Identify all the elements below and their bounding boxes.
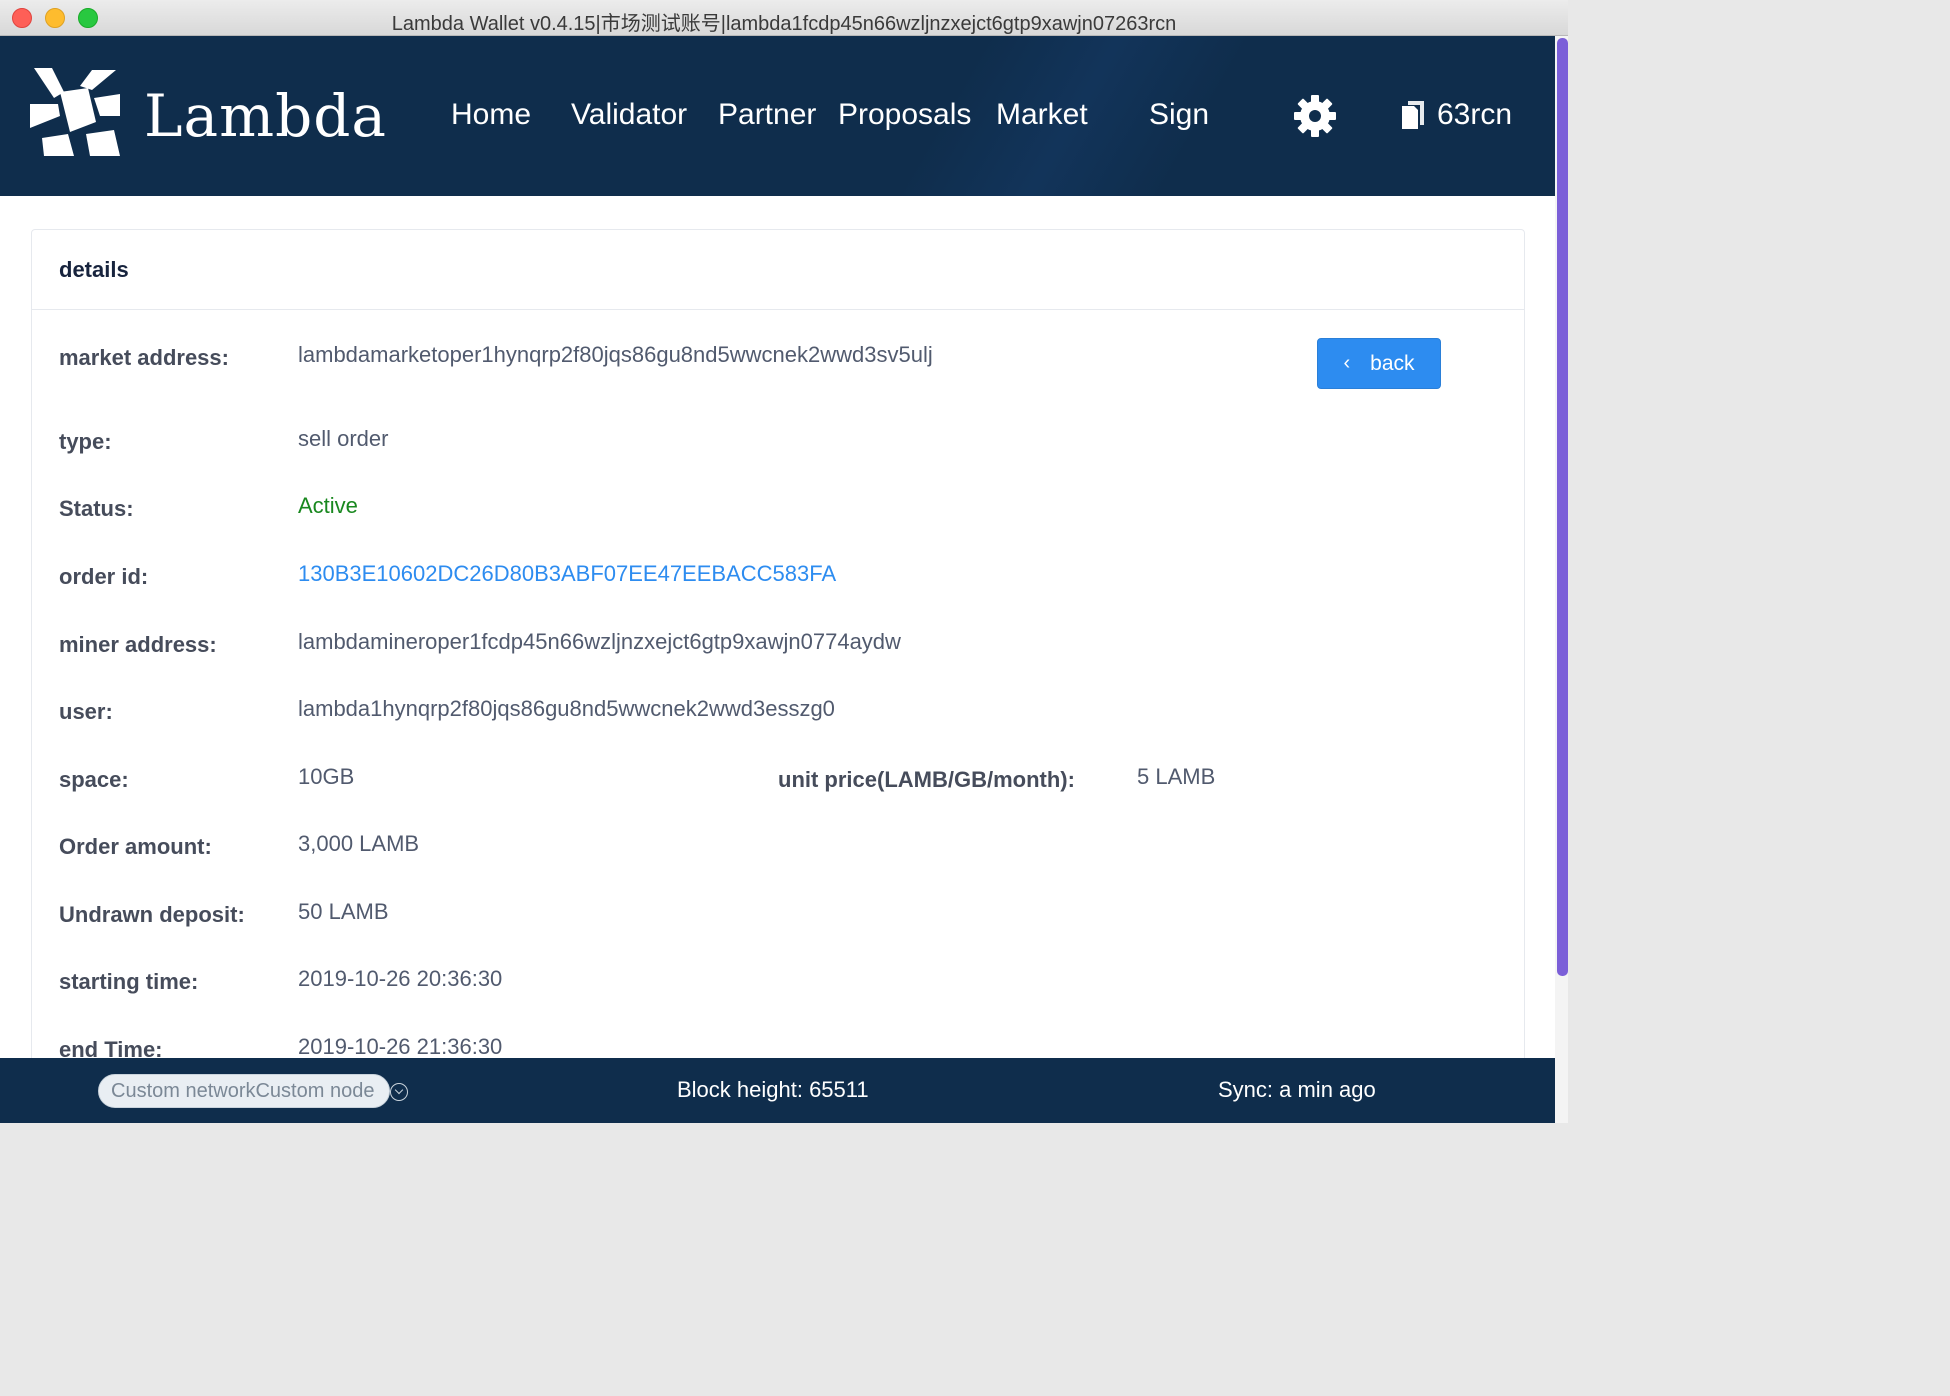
order-id-label: order id: bbox=[59, 564, 149, 589]
undrawn-deposit-label: Undrawn deposit: bbox=[59, 902, 245, 927]
market-address-label: market address: bbox=[59, 345, 229, 370]
status-footer: Custom networkCustom node Block height: … bbox=[0, 1058, 1555, 1123]
back-button[interactable]: ‹ back bbox=[1317, 338, 1441, 389]
brand-name: Lambda bbox=[144, 82, 387, 150]
order-amount-label: Order amount: bbox=[59, 834, 212, 859]
status-label: Status: bbox=[59, 496, 134, 521]
type-label: type: bbox=[59, 429, 112, 454]
order-id-link[interactable]: 130B3E10602DC26D80B3ABF07EE47EEBACC583FA bbox=[298, 561, 836, 587]
back-button-label: back bbox=[1370, 351, 1415, 375]
nav-partner[interactable]: Partner bbox=[718, 98, 816, 132]
end-time-value: 2019-10-26 21:36:30 bbox=[298, 1034, 503, 1058]
miner-address-value: lambdamineroper1fcdp45n66wzljnzxejct6gtp… bbox=[298, 629, 901, 654]
account-button[interactable]: 63rcn bbox=[1402, 98, 1512, 132]
card-header: details bbox=[32, 230, 1524, 310]
app-header: Lambda Home Validator Partner Proposals … bbox=[0, 36, 1555, 196]
miner-address-label: miner address: bbox=[59, 632, 217, 657]
user-label: user: bbox=[59, 699, 113, 724]
window-title: Lambda Wallet v0.4.15|市场测试账号|lambda1fcdp… bbox=[391, 13, 1177, 35]
status-value: Active bbox=[298, 493, 358, 518]
gear-icon[interactable] bbox=[1293, 94, 1337, 138]
chevron-left-icon: ‹ bbox=[1343, 352, 1351, 374]
undrawn-deposit-value: 50 LAMB bbox=[298, 899, 389, 924]
order-amount-value: 3,000 LAMB bbox=[298, 831, 420, 856]
document-icon bbox=[1402, 101, 1424, 129]
market-address-value: lambdamarketoper1hynqrp2f80jqs86gu8nd5ww… bbox=[298, 342, 933, 367]
lambda-logo-icon bbox=[30, 68, 120, 156]
window-titlebar: Lambda Wallet v0.4.15|市场测试账号|lambda1fcdp… bbox=[0, 0, 1568, 36]
space-value: 10GB bbox=[298, 764, 355, 789]
end-time-label: end Time: bbox=[59, 1037, 163, 1058]
main-content: details ‹ back market address: lambdamar… bbox=[0, 196, 1555, 1058]
scrollbar-thumb[interactable] bbox=[1557, 38, 1568, 976]
nav-market[interactable]: Market bbox=[996, 98, 1088, 132]
account-label: 63rcn bbox=[1437, 98, 1513, 131]
details-card: details ‹ back market address: lambdamar… bbox=[31, 229, 1525, 1058]
nav-validator[interactable]: Validator bbox=[571, 98, 687, 132]
card-title: details bbox=[59, 257, 129, 282]
unit-price-label: unit price(LAMB/GB/month): bbox=[778, 767, 1075, 792]
starting-time-value: 2019-10-26 20:36:30 bbox=[298, 966, 503, 991]
space-label: space: bbox=[59, 767, 129, 792]
type-value: sell order bbox=[298, 426, 389, 451]
nav-sign[interactable]: Sign bbox=[1149, 98, 1209, 132]
nav-proposals[interactable]: Proposals bbox=[838, 98, 971, 132]
sync-status: Sync: a min ago bbox=[1218, 1077, 1376, 1102]
user-value: lambda1hynqrp2f80jqs86gu8nd5wwcnek2wwd3e… bbox=[298, 696, 835, 721]
starting-time-label: starting time: bbox=[59, 969, 199, 994]
network-select[interactable]: Custom networkCustom node bbox=[98, 1074, 390, 1108]
chevron-down-icon[interactable] bbox=[390, 1083, 408, 1101]
block-height: Block height: 65511 bbox=[677, 1077, 869, 1102]
unit-price-value: 5 LAMB bbox=[1137, 764, 1216, 789]
nav-home[interactable]: Home bbox=[451, 98, 531, 132]
